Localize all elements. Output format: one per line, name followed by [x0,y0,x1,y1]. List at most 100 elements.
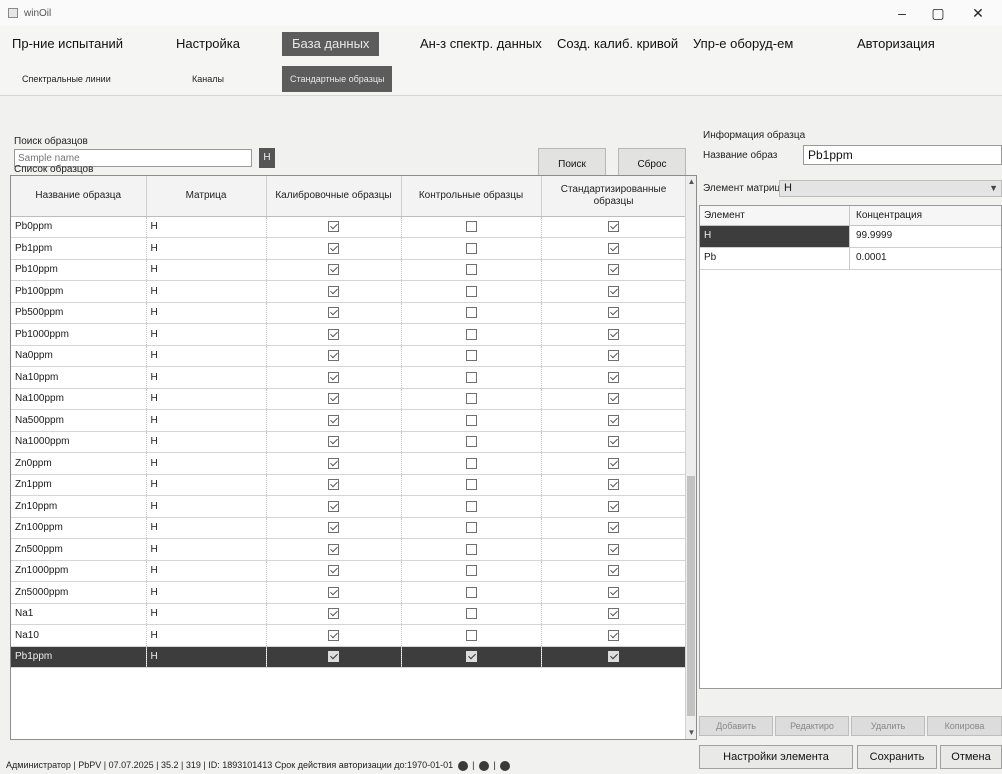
standardized-checkbox[interactable] [608,242,619,254]
control-checkbox[interactable] [465,350,477,362]
element-row[interactable]: H 99.9999 [700,226,1001,248]
concentration-cell[interactable]: 0.0001 [850,248,1001,269]
control-checkbox[interactable] [465,543,477,555]
header-matrix[interactable]: Матрица [146,176,267,217]
calibration-checkbox[interactable] [328,522,339,534]
table-row[interactable]: Pb1ppm H [11,237,687,260]
calibration-checkbox[interactable] [328,221,339,233]
menu-calibration-curve[interactable]: Созд. калиб. кривой [557,32,678,56]
header-element[interactable]: Элемент [700,206,850,225]
calibration-checkbox[interactable] [328,414,339,426]
control-checkbox[interactable] [465,328,477,340]
control-checkbox[interactable] [465,307,477,319]
control-checkbox[interactable] [465,285,477,297]
calibration-checkbox[interactable] [328,393,339,405]
delete-button[interactable]: Удалить [851,716,925,736]
control-checkbox[interactable] [465,414,477,426]
edit-button[interactable]: Редактиро [775,716,849,736]
menu-database[interactable]: База данных [282,32,380,56]
submenu-standard-samples[interactable]: Стандартные образцы [282,66,393,92]
control-checkbox[interactable] [465,436,477,448]
standardized-checkbox[interactable] [608,651,619,663]
control-checkbox[interactable] [465,629,477,641]
scroll-thumb[interactable] [687,476,695,716]
standardized-checkbox[interactable] [608,457,619,469]
menu-test-run[interactable]: Пр-ние испытаний [12,32,123,56]
control-checkbox[interactable] [465,500,477,512]
sample-name-field[interactable]: Pb1ppm [803,145,1002,165]
calibration-checkbox[interactable] [328,500,339,512]
calibration-checkbox[interactable] [328,565,339,577]
standardized-checkbox[interactable] [608,500,619,512]
add-button[interactable]: Добавить [699,716,773,736]
matrix-element-select[interactable]: H ▼ [779,180,1002,197]
calibration-checkbox[interactable] [328,264,339,276]
cancel-button[interactable]: Отмена [940,745,1002,769]
table-row[interactable]: Na100ppm H [11,388,687,410]
element-settings-button[interactable]: Настройки элемента [699,745,853,769]
save-button[interactable]: Сохранить [857,745,937,769]
samples-scrollbar[interactable]: ▲ ▼ [685,176,696,739]
scroll-down-icon[interactable]: ▼ [686,727,696,739]
table-row[interactable]: Na0ppm H [11,345,687,367]
submenu-spectral-lines[interactable]: Спектральные линии [22,68,111,90]
standardized-checkbox[interactable] [608,414,619,426]
standardized-checkbox[interactable] [608,221,619,233]
table-row[interactable]: Pb1000ppm H [11,323,687,346]
standardized-checkbox[interactable] [608,479,619,491]
calibration-checkbox[interactable] [328,285,339,297]
calibration-checkbox[interactable] [328,371,339,383]
standardized-checkbox[interactable] [608,522,619,534]
standardized-checkbox[interactable] [608,586,619,598]
menu-equipment[interactable]: Упр-е оборуд-ем [693,32,793,56]
menu-spectral-analysis[interactable]: Ан-з спектр. данных [420,32,542,56]
table-row[interactable]: Na10 H [11,624,687,647]
standardized-checkbox[interactable] [608,285,619,297]
header-concentration[interactable]: Концентрация [850,206,1001,225]
control-checkbox[interactable] [465,479,477,491]
table-row[interactable]: Na1 H [11,603,687,625]
copy-button[interactable]: Копирова [927,716,1002,736]
table-row[interactable]: Zn1000ppm H [11,560,687,582]
standardized-checkbox[interactable] [608,436,619,448]
header-standardized[interactable]: Стандартизированные образцы [541,176,687,217]
control-checkbox[interactable] [465,264,477,276]
control-checkbox[interactable] [465,522,477,534]
table-row[interactable]: Pb500ppm H [11,302,687,324]
menu-settings[interactable]: Настройка [176,32,240,56]
header-control[interactable]: Контрольные образцы [401,176,542,217]
control-checkbox[interactable] [465,586,477,598]
standardized-checkbox[interactable] [608,393,619,405]
standardized-checkbox[interactable] [608,307,619,319]
calibration-checkbox[interactable] [328,586,339,598]
table-row[interactable]: Pb1ppm H [11,646,687,668]
calibration-checkbox[interactable] [328,350,339,362]
concentration-cell[interactable]: 99.9999 [850,226,1001,247]
calibration-checkbox[interactable] [328,651,339,663]
table-row[interactable]: Pb0ppm H [11,216,687,238]
standardized-checkbox[interactable] [608,264,619,276]
table-row[interactable]: Zn100ppm H [11,517,687,539]
submenu-channels[interactable]: Каналы [192,68,224,90]
control-checkbox[interactable] [465,608,477,620]
calibration-checkbox[interactable] [328,479,339,491]
table-row[interactable]: Zn1ppm H [11,474,687,496]
control-checkbox[interactable] [465,242,477,254]
table-row[interactable]: Na10ppm H [11,366,687,389]
element-row[interactable]: Pb 0.0001 [700,248,1001,270]
control-checkbox[interactable] [465,371,477,383]
calibration-checkbox[interactable] [328,543,339,555]
scroll-up-icon[interactable]: ▲ [686,176,696,188]
control-checkbox[interactable] [465,457,477,469]
calibration-checkbox[interactable] [328,242,339,254]
matrix-filter-button[interactable]: H [259,148,275,168]
maximize-button[interactable]: ▢ [916,0,960,26]
calibration-checkbox[interactable] [328,436,339,448]
table-row[interactable]: Zn500ppm H [11,538,687,561]
control-checkbox[interactable] [465,651,477,663]
standardized-checkbox[interactable] [608,543,619,555]
standardized-checkbox[interactable] [608,629,619,641]
control-checkbox[interactable] [465,221,477,233]
standardized-checkbox[interactable] [608,371,619,383]
table-row[interactable]: Zn5000ppm H [11,581,687,604]
